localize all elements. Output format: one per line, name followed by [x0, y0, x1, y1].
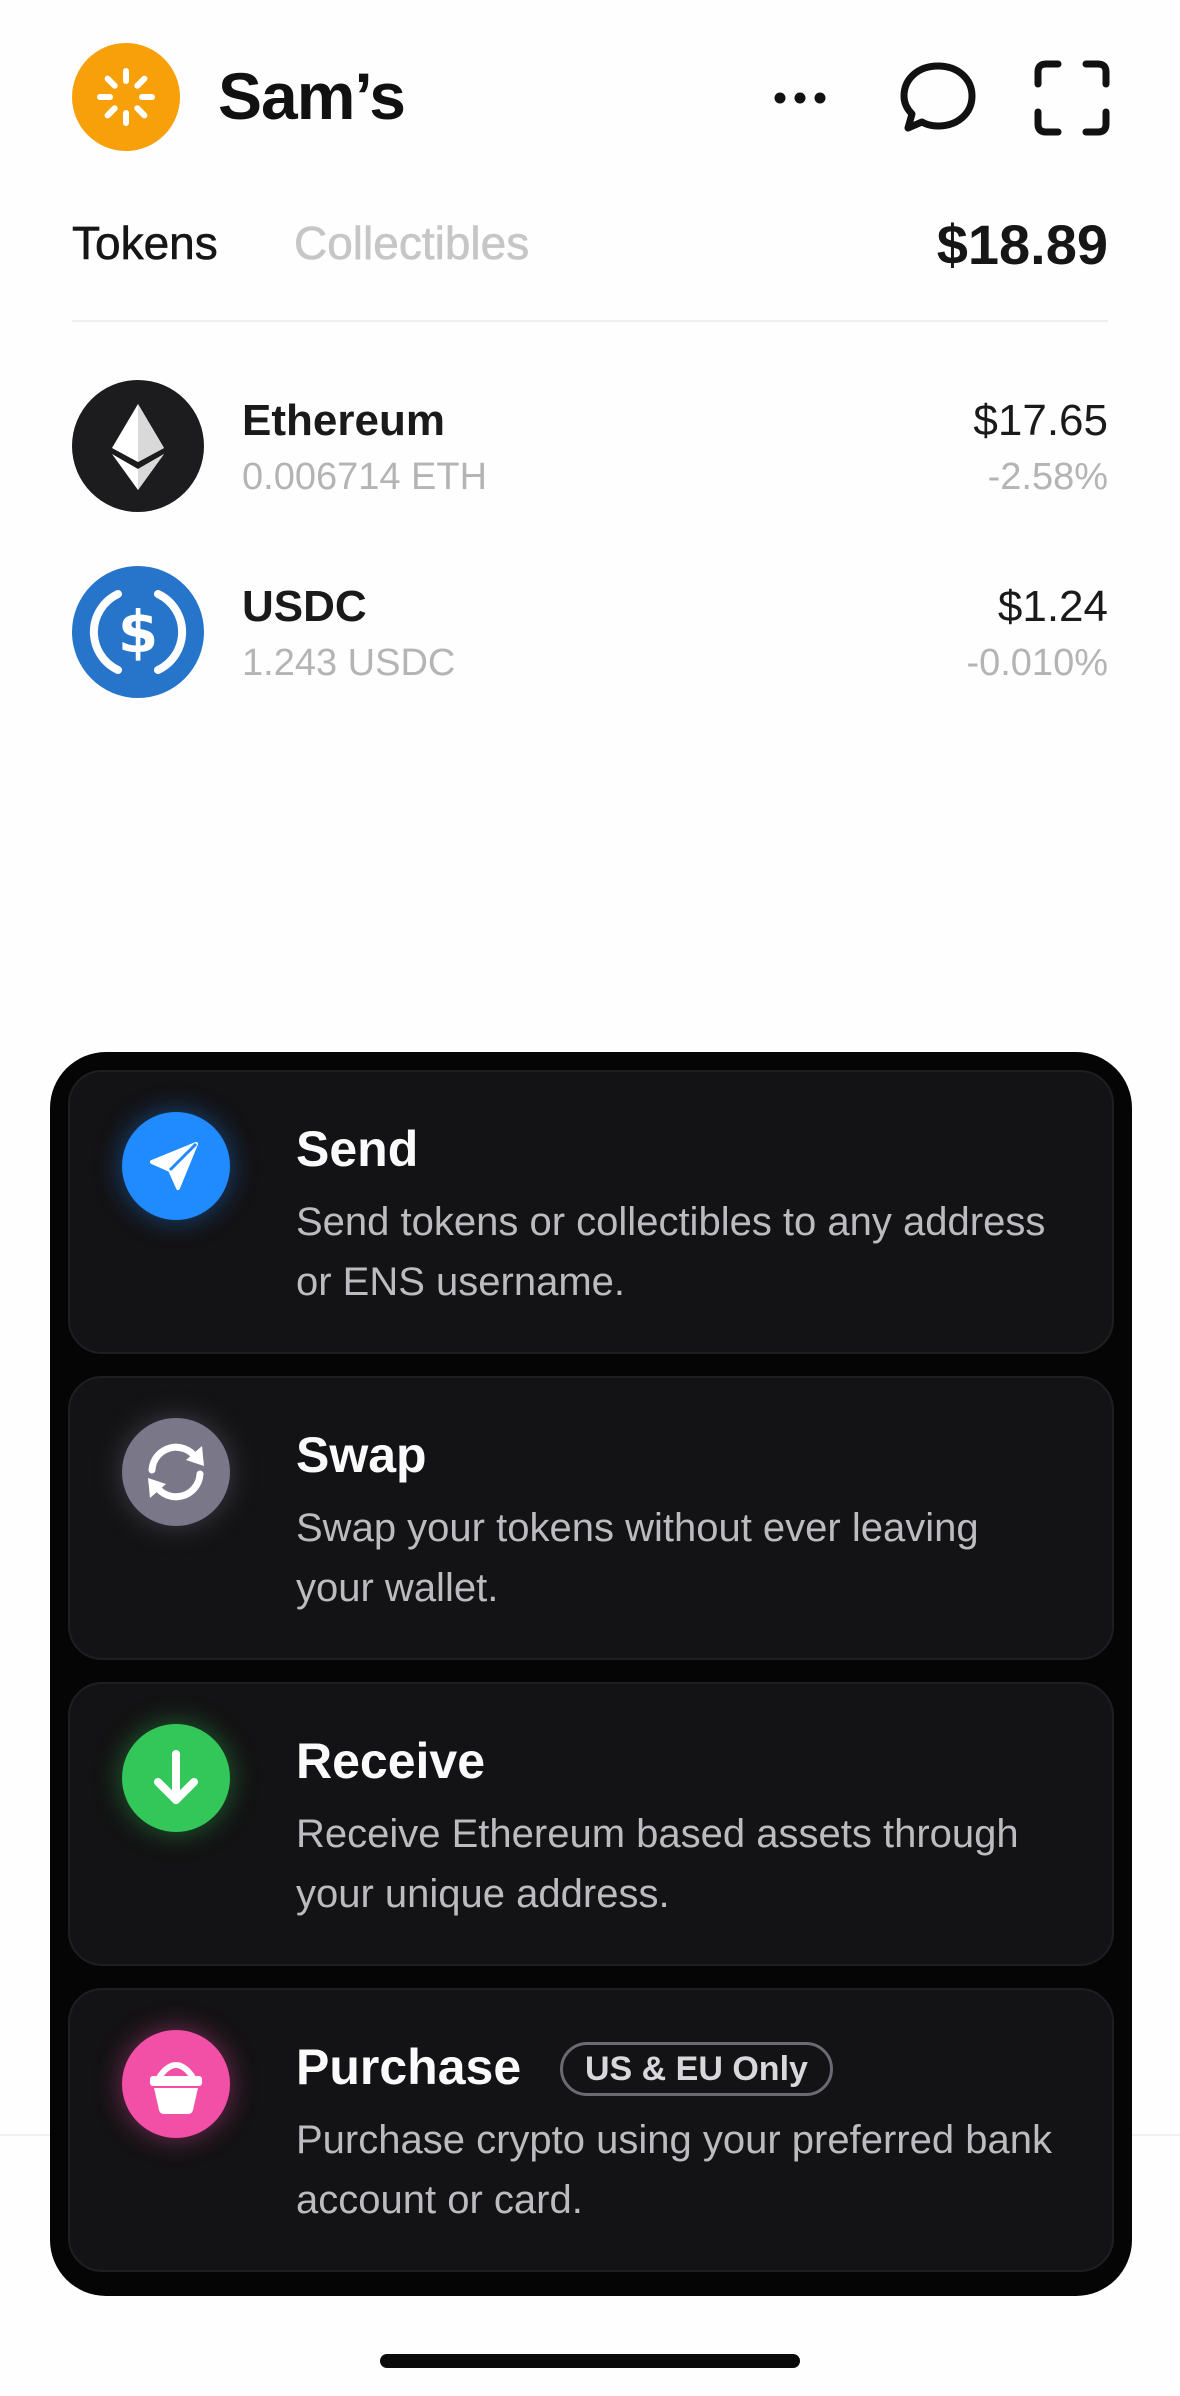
token-change: -0.010% [966, 642, 1108, 684]
swap-description: Swap your tokens without ever leaving yo… [296, 1506, 979, 1610]
swap-action[interactable]: Swap Swap your tokens without ever leavi… [68, 1376, 1114, 1660]
send-action[interactable]: Send Send tokens or collectibles to any … [68, 1070, 1114, 1354]
wallet-name[interactable]: Sam’s [218, 58, 406, 134]
wallet-avatar[interactable] [72, 43, 180, 151]
header: Sam’s [0, 0, 1180, 200]
divider [72, 320, 1108, 322]
home-indicator[interactable] [380, 2354, 800, 2368]
token-amount: 0.006714 ETH [242, 456, 488, 498]
sun-burst-icon [97, 68, 155, 126]
receive-title: Receive [296, 1733, 486, 1789]
token-row-usdc[interactable]: $ USDC 1.243 USDC $1.24 -0.010% [72, 564, 1108, 700]
send-description: Send tokens or collectibles to any addre… [296, 1200, 1046, 1304]
ethereum-icon [72, 380, 204, 512]
more-icon[interactable] [760, 58, 840, 138]
chat-bubble-icon[interactable] [898, 58, 978, 138]
token-name: USDC [242, 582, 367, 631]
token-row-ethereum[interactable]: Ethereum 0.006714 ETH $17.65 -2.58% [72, 378, 1108, 514]
token-change: -2.58% [987, 456, 1108, 498]
swap-title: Swap [296, 1427, 427, 1483]
usdc-icon: $ [72, 566, 204, 698]
token-value: $1.24 [997, 582, 1108, 631]
token-value: $17.65 [973, 396, 1108, 445]
svg-text:$: $ [118, 598, 158, 666]
arrow-down-icon [122, 1724, 230, 1832]
tab-collectibles[interactable]: Collectibles [294, 216, 530, 270]
purchase-description: Purchase crypto using your preferred ban… [296, 2118, 1052, 2222]
swap-arrows-icon [122, 1418, 230, 1526]
shopping-basket-icon [122, 2030, 230, 2138]
send-title: Send [296, 1121, 419, 1177]
total-balance: $18.89 [936, 213, 1108, 276]
receive-description: Receive Ethereum based assets through yo… [296, 1812, 1019, 1916]
scan-icon[interactable] [1032, 58, 1112, 138]
region-badge: US & EU Only [560, 2042, 833, 2096]
tab-tokens[interactable]: Tokens [72, 216, 218, 270]
purchase-title: Purchase [296, 2039, 522, 2095]
action-sheet: Send Send tokens or collectibles to any … [50, 1052, 1132, 2296]
paper-plane-icon [122, 1112, 230, 1220]
purchase-action[interactable]: Purchase US & EU Only Purchase crypto us… [68, 1988, 1114, 2272]
receive-action[interactable]: Receive Receive Ethereum based assets th… [68, 1682, 1114, 1966]
tab-bar: Tokens Collectibles $18.89 [72, 212, 1108, 284]
token-amount: 1.243 USDC [242, 642, 456, 684]
token-name: Ethereum [242, 396, 445, 445]
